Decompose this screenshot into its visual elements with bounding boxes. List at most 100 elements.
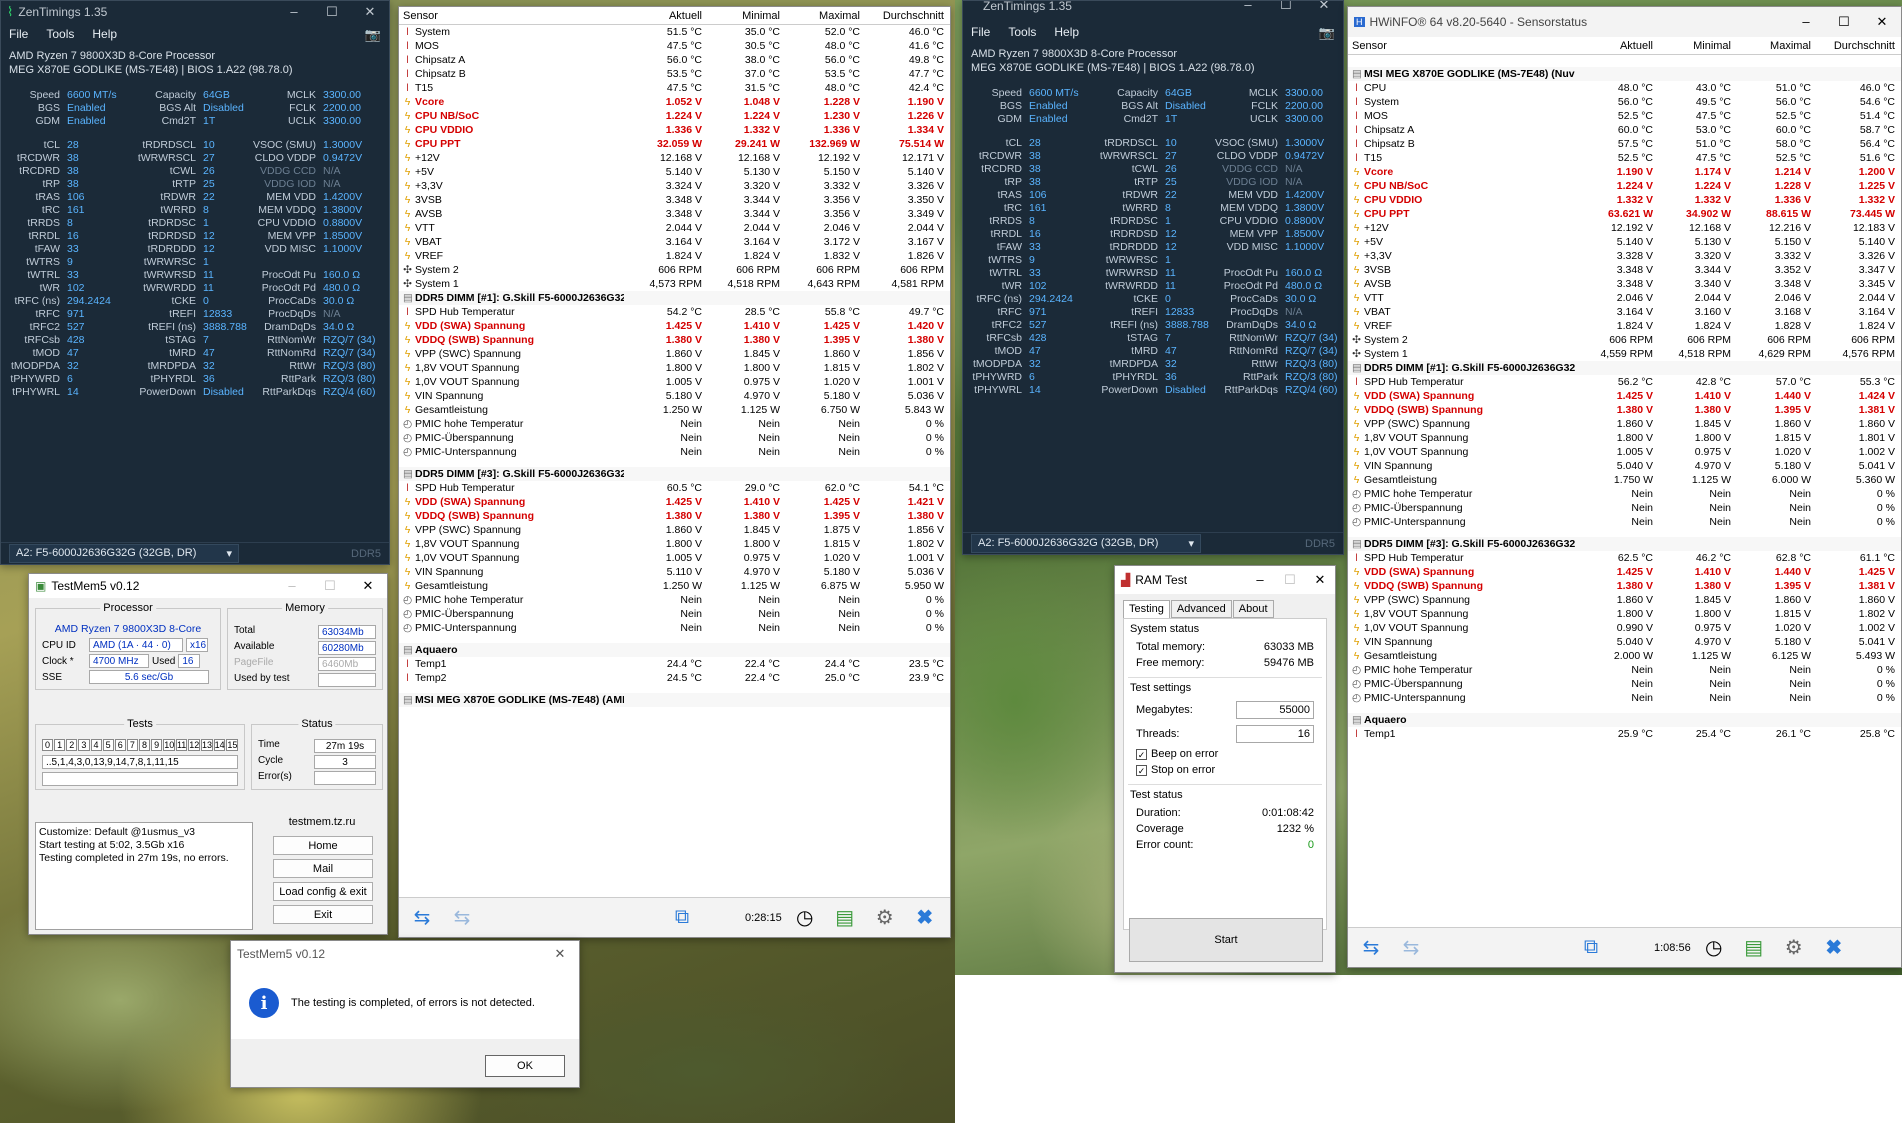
gear-icon[interactable]: ⚙ bbox=[1777, 933, 1811, 963]
sensor-row[interactable]: ϟ CPU VDDIO 1.332 V 1.332 V 1.336 V 1.332 V bbox=[1348, 193, 1901, 207]
minimize-button[interactable]: – bbox=[273, 578, 311, 594]
sensor-row[interactable]: ϟ VDD (SWA) Spannung 1.425 V 1.410 V 1.425 V… bbox=[399, 319, 950, 333]
sensor-row[interactable]: ϟ +3,3V 3.328 V 3.320 V 3.332 V 3.326 V bbox=[1348, 249, 1901, 263]
mail-button[interactable]: Mail bbox=[273, 859, 373, 878]
sensor-row[interactable]: ◴ PMIC-Überspannung Nein Nein Nein 0 % bbox=[399, 607, 950, 621]
sensor-row[interactable]: ǀ MOS 52.5 °C 47.5 °C 52.5 °C 51.4 °C bbox=[1348, 109, 1901, 123]
sensor-row[interactable]: ǀ Chipsatz A 60.0 °C 53.0 °C 60.0 °C 58.7 °C bbox=[1348, 123, 1901, 137]
sensor-row[interactable]: ϟ VREF 1.824 V 1.824 V 1.832 V 1.826 V bbox=[399, 249, 950, 263]
menu-file[interactable]: File bbox=[971, 25, 990, 41]
maximize-button[interactable]: ☐ bbox=[1825, 14, 1863, 30]
sensor-row[interactable]: ◴ PMIC-Überspannung Nein Nein Nein 0 % bbox=[1348, 677, 1901, 691]
clock-icon[interactable]: ◷ bbox=[1697, 933, 1731, 963]
sensor-row[interactable]: ǀ SPD Hub Temperatur 62.5 °C 46.2 °C 62.8 °C… bbox=[1348, 551, 1901, 565]
sensor-row[interactable]: ϟ VDDQ (SWB) Spannung 1.380 V 1.380 V 1.395 … bbox=[399, 333, 950, 347]
sensor-row[interactable]: ϟ VPP (SWC) Spannung 1.860 V 1.845 V 1.860 V… bbox=[1348, 593, 1901, 607]
menu-file[interactable]: File bbox=[9, 27, 28, 43]
sensor-row[interactable]: ϟ 1,0V VOUT Spannung 1.005 V 0.975 V 1.020 V… bbox=[399, 375, 950, 389]
sensor-row[interactable]: ǀ SPD Hub Temperatur 56.2 °C 42.8 °C 57.0 °C… bbox=[1348, 375, 1901, 389]
sensor-row[interactable]: ǀ MOS 47.5 °C 30.5 °C 48.0 °C 41.6 °C bbox=[399, 39, 950, 53]
sensor-row[interactable]: ǀ System 56.0 °C 49.5 °C 56.0 °C 54.6 °C bbox=[1348, 95, 1901, 109]
sensor-row[interactable]: ϟ VPP (SWC) Spannung 1.860 V 1.845 V 1.875 V… bbox=[399, 523, 950, 537]
maximize-button[interactable]: ☐ bbox=[1275, 572, 1305, 588]
title-bar[interactable]: TestMem5 v0.12 ✕ bbox=[231, 941, 579, 967]
sensor-row[interactable]: ✣ System 1 4,559 RPM 4,518 RPM 4,629 RPM 4,57… bbox=[1348, 347, 1901, 361]
title-bar[interactable]: ▣ TestMem5 v0.12 – ☐ ✕ bbox=[29, 574, 387, 598]
sensor-row[interactable]: ◴ PMIC-Überspannung Nein Nein Nein 0 % bbox=[399, 431, 950, 445]
home-button[interactable]: Home bbox=[273, 836, 373, 855]
sensor-group-row[interactable]: ▤MSI MEG X870E GODLIKE (MS-7E48) (AMD Ch… bbox=[399, 693, 950, 707]
sensor-row[interactable]: ϟ +12V 12.168 V 12.168 V 12.192 V 12.171 V bbox=[399, 151, 950, 165]
clock-icon[interactable]: ◷ bbox=[788, 903, 822, 933]
sensor-row[interactable]: ϟ CPU NB/SoC 1.224 V 1.224 V 1.230 V 1.226 V bbox=[399, 109, 950, 123]
load-config-exit-button[interactable]: Load config & exit bbox=[273, 882, 373, 901]
sensor-group-row[interactable]: ▤ Aquaero bbox=[399, 643, 950, 657]
sensor-row[interactable]: ϟ 1,8V VOUT Spannung 1.800 V 1.800 V 1.815 V… bbox=[1348, 431, 1901, 445]
sensor-row[interactable]: ϟ VBAT 3.164 V 3.164 V 3.172 V 3.167 V bbox=[399, 235, 950, 249]
sensor-row[interactable]: ◴ PMIC hohe Temperatur Nein Nein Nein 0 % bbox=[1348, 487, 1901, 501]
minimize-button[interactable]: – bbox=[1245, 572, 1275, 588]
title-bar[interactable]: ▟ RAM Test – ☐ ✕ bbox=[1115, 566, 1335, 594]
sensor-row[interactable]: ϟ CPU NB/SoC 1.224 V 1.224 V 1.228 V 1.225 V bbox=[1348, 179, 1901, 193]
sensor-row[interactable]: ϟ VDDQ (SWB) Spannung 1.380 V 1.380 V 1.395 … bbox=[1348, 403, 1901, 417]
sensor-row[interactable]: ◴ PMIC-Unterspannung Nein Nein Nein 0 % bbox=[399, 621, 950, 635]
maximize-button[interactable]: ☐ bbox=[313, 4, 351, 20]
sensor-row[interactable]: ϟ +3,3V 3.324 V 3.320 V 3.332 V 3.326 V bbox=[399, 179, 950, 193]
sensor-row[interactable]: ǀ Temp2 24.5 °C 22.4 °C 25.0 °C 23.9 °C bbox=[399, 671, 950, 685]
sensor-row[interactable]: ϟ +5V 5.140 V 5.130 V 5.150 V 5.140 V bbox=[1348, 235, 1901, 249]
sensor-row[interactable]: ǀ Chipsatz A 56.0 °C 38.0 °C 56.0 °C 49.8 °C bbox=[399, 53, 950, 67]
sensor-row[interactable]: ϟ CPU PPT 63.621 W 34.902 W 88.615 W 73.445 W bbox=[1348, 207, 1901, 221]
sensor-row[interactable]: ϟ 1,0V VOUT Spannung 1.005 V 0.975 V 1.020 V… bbox=[1348, 445, 1901, 459]
col-avg[interactable]: Durchschnitt bbox=[1817, 40, 1901, 52]
sensor-row[interactable]: ϟ Gesamtleistung 2.000 W 1.125 W 6.125 W 5.49… bbox=[1348, 649, 1901, 663]
sensor-row[interactable]: ǀ T15 47.5 °C 31.5 °C 48.0 °C 42.4 °C bbox=[399, 81, 950, 95]
sensor-row[interactable]: ϟ Vcore 1.052 V 1.048 V 1.228 V 1.190 V bbox=[399, 95, 950, 109]
tab-advanced[interactable]: Advanced bbox=[1170, 600, 1232, 618]
close-button[interactable]: ✕ bbox=[1305, 1, 1343, 13]
arrows-left-right-icon[interactable]: ⇆ bbox=[405, 903, 439, 933]
tab-testing[interactable]: Testing bbox=[1123, 600, 1170, 618]
col-max[interactable]: Maximal bbox=[786, 10, 866, 22]
sensor-row[interactable]: ϟ VIN Spannung 5.040 V 4.970 V 5.180 V 5.041 … bbox=[1348, 459, 1901, 473]
sensor-row[interactable]: ϟ 1,8V VOUT Spannung 1.800 V 1.800 V 1.815 V… bbox=[399, 361, 950, 375]
col-min[interactable]: Minimal bbox=[708, 10, 786, 22]
menu-help[interactable]: Help bbox=[92, 27, 117, 43]
sensor-row[interactable]: ◴ PMIC hohe Temperatur Nein Nein Nein 0 % bbox=[399, 593, 950, 607]
sensor-row[interactable]: ǀ Chipsatz B 53.5 °C 37.0 °C 53.5 °C 47.7 °C bbox=[399, 67, 950, 81]
sensor-row[interactable]: ϟ Gesamtleistung 1.250 W 1.125 W 6.750 W 5.84… bbox=[399, 403, 950, 417]
sensor-row[interactable]: ϟ VIN Spannung 5.110 V 4.970 V 5.180 V 5.036 … bbox=[399, 565, 950, 579]
sensor-row[interactable]: ◴ PMIC-Unterspannung Nein Nein Nein 0 % bbox=[1348, 691, 1901, 705]
sensor-row[interactable]: ǀ Temp1 24.4 °C 22.4 °C 24.4 °C 23.5 °C bbox=[399, 657, 950, 671]
sensor-row[interactable]: ϟ 1,0V VOUT Spannung 0.990 V 0.975 V 1.020 V… bbox=[1348, 621, 1901, 635]
sensor-row[interactable]: ϟ Gesamtleistung 1.250 W 1.125 W 6.875 W 5.95… bbox=[399, 579, 950, 593]
dimm-select[interactable]: A2: F5-6000J2636G32G (32GB, DR) ▾ bbox=[9, 544, 239, 563]
sensor-row[interactable]: ϟ CPU PPT 32.059 W 29.241 W 132.969 W 75.514 … bbox=[399, 137, 950, 151]
minimize-button[interactable]: – bbox=[275, 4, 313, 20]
threads-input[interactable]: 16 bbox=[1236, 725, 1314, 743]
sensor-row[interactable]: ϟ VREF 1.824 V 1.824 V 1.828 V 1.824 V bbox=[1348, 319, 1901, 333]
sensor-row[interactable]: ◴ PMIC-Unterspannung Nein Nein Nein 0 % bbox=[399, 445, 950, 459]
ok-button[interactable]: OK bbox=[485, 1055, 565, 1077]
sensor-row[interactable]: ϟ +5V 5.140 V 5.130 V 5.150 V 5.140 V bbox=[399, 165, 950, 179]
title-bar[interactable]: H HWiNFO® 64 v8.20-5640 - Sensorstatus –… bbox=[1348, 7, 1901, 37]
sensor-row[interactable]: ϟ VPP (SWC) Spannung 1.860 V 1.845 V 1.860 V… bbox=[399, 347, 950, 361]
sensor-row[interactable]: ǀ CPU 48.0 °C 43.0 °C 51.0 °C 46.0 °C bbox=[1348, 81, 1901, 95]
col-min[interactable]: Minimal bbox=[1659, 40, 1737, 52]
camera-icon[interactable]: 📷 bbox=[1319, 25, 1335, 41]
sensor-row[interactable]: ǀ Chipsatz B 57.5 °C 51.0 °C 58.0 °C 56.4 °C bbox=[1348, 137, 1901, 151]
sensor-group-row[interactable]: ▤DDR5 DIMM [#1]: G.Skill F5-6000J2636G32… bbox=[1348, 361, 1901, 375]
sensor-row[interactable]: ϟ VDD (SWA) Spannung 1.425 V 1.410 V 1.425 V… bbox=[399, 495, 950, 509]
sensor-row[interactable]: ✣ System 2 606 RPM 606 RPM 606 RPM 606 RPM bbox=[1348, 333, 1901, 347]
col-current[interactable]: Aktuell bbox=[1575, 40, 1659, 52]
col-current[interactable]: Aktuell bbox=[624, 10, 708, 22]
sensor-row[interactable]: ϟ 1,8V VOUT Spannung 1.800 V 1.800 V 1.815 V… bbox=[399, 537, 950, 551]
sensor-group-row[interactable]: ▤DDR5 DIMM [#3]: G.Skill F5-6000J2636G32… bbox=[399, 467, 950, 481]
sensor-row[interactable]: ◴ PMIC hohe Temperatur Nein Nein Nein 0 % bbox=[399, 417, 950, 431]
sensor-row[interactable]: ϟ VBAT 3.164 V 3.160 V 3.168 V 3.164 V bbox=[1348, 305, 1901, 319]
maximize-button[interactable]: ☐ bbox=[311, 578, 349, 594]
sensor-row[interactable]: ǀ Temp1 25.9 °C 25.4 °C 26.1 °C 25.8 °C bbox=[1348, 727, 1901, 741]
sensor-group-row[interactable]: ▤DDR5 DIMM [#1]: G.Skill F5-6000J2636G32… bbox=[399, 291, 950, 305]
beep-checkbox[interactable]: ✓ bbox=[1136, 748, 1147, 760]
sensor-row[interactable]: ✣ System 1 4,573 RPM 4,518 RPM 4,643 RPM 4,58… bbox=[399, 277, 950, 291]
add-report-icon[interactable]: ▤ bbox=[828, 903, 862, 933]
